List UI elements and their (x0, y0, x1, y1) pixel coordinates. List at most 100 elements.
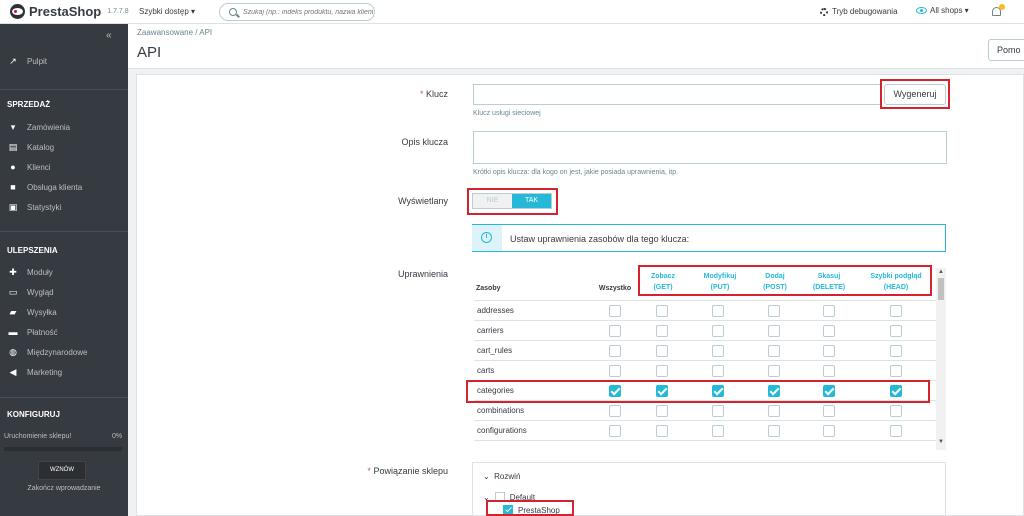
shop-association-label: * Powiązanie sklepu (340, 466, 448, 476)
chevron-down-icon: ⌄ (483, 472, 490, 481)
highlight-shop (486, 500, 574, 516)
sidebar-item-label: Płatność (27, 327, 58, 337)
key-help-text: Klucz usługi sieciowej (473, 110, 541, 117)
key-label-text: Klucz (425, 89, 448, 99)
permission-checkbox[interactable] (712, 365, 724, 377)
permission-row: combinations (474, 400, 936, 420)
permission-checkbox[interactable] (768, 305, 780, 317)
permission-checkbox[interactable] (823, 405, 835, 417)
permission-checkbox[interactable] (768, 345, 780, 357)
permission-checkbox[interactable] (712, 345, 724, 357)
sidebar-item-modules[interactable]: ✚ Moduły (0, 262, 128, 282)
monitor-icon: ▭ (8, 286, 18, 297)
search-box[interactable] (219, 3, 375, 21)
sidebar-item-stats[interactable]: ▣ Statystyki (0, 197, 128, 217)
info-icon: i (481, 232, 492, 243)
notification-badge (999, 4, 1005, 10)
permission-checkbox[interactable] (609, 425, 621, 437)
megaphone-icon: ◀ (9, 366, 17, 377)
user-icon: ● (10, 162, 16, 172)
permission-checkbox[interactable] (656, 425, 668, 437)
debug-mode-link[interactable]: Tryb debugowania (820, 7, 898, 16)
permission-checkbox[interactable] (712, 305, 724, 317)
permission-checkbox[interactable] (890, 425, 902, 437)
help-button[interactable]: Pomo (988, 39, 1024, 61)
sidebar-item-orders[interactable]: ▾ Zamówienia (0, 117, 128, 137)
permission-checkbox[interactable] (656, 325, 668, 337)
notifications-button[interactable] (992, 4, 1005, 17)
permission-checkbox[interactable] (890, 345, 902, 357)
expand-tree-button[interactable]: ⌄ Rozwiń (483, 472, 520, 481)
sidebar-item-payment[interactable]: ▬ Płatność (0, 322, 128, 342)
permission-checkbox[interactable] (609, 305, 621, 317)
sidebar-item-marketing[interactable]: ◀ Marketing (0, 362, 128, 382)
section-improve-heading: ULEPSZENIA (7, 246, 58, 255)
permission-checkbox[interactable] (609, 365, 621, 377)
permission-checkbox[interactable] (656, 365, 668, 377)
logo[interactable]: PrestaShop 1.7.7.8 (10, 4, 129, 19)
permission-checkbox[interactable] (890, 305, 902, 317)
key-input[interactable] (473, 84, 881, 105)
resource-name: cart_rules (477, 346, 513, 355)
sidebar-item-dashboard[interactable]: ↗ Pulpit (0, 51, 128, 71)
permission-checkbox[interactable] (609, 345, 621, 357)
permission-checkbox[interactable] (890, 325, 902, 337)
scroll-thumb[interactable] (938, 278, 944, 300)
breadcrumb[interactable]: Zaawansowane / API (137, 28, 212, 37)
scroll-up-icon[interactable]: ▲ (938, 269, 944, 275)
finish-onboarding-link[interactable]: Zakończ wprowadzanie (0, 485, 128, 492)
permissions-scrollbar[interactable]: ▲ ▼ (936, 268, 946, 450)
resource-name: configurations (477, 426, 527, 435)
permission-checkbox[interactable] (712, 405, 724, 417)
permission-checkbox[interactable] (823, 305, 835, 317)
sidebar-item-design[interactable]: ▭ Wygląd (0, 282, 128, 302)
permission-checkbox[interactable] (656, 305, 668, 317)
permission-checkbox[interactable] (656, 345, 668, 357)
permission-checkbox[interactable] (712, 425, 724, 437)
sidebar-item-catalog[interactable]: ▤ Katalog (0, 137, 128, 157)
divider (0, 231, 128, 232)
info-alert-text: Ustaw uprawnienia zasobów dla tego klucz… (510, 234, 690, 244)
sidebar-item-international[interactable]: ◍ Międzynarodowe (0, 342, 128, 362)
sidebar-item-shipping[interactable]: ▰ Wysyłka (0, 302, 128, 322)
permission-checkbox[interactable] (656, 405, 668, 417)
cart-icon: ▾ (10, 121, 16, 132)
scroll-down-icon[interactable]: ▼ (938, 439, 944, 445)
eye-icon (916, 7, 927, 14)
sidebar-item-customers[interactable]: ● Klienci (0, 157, 128, 177)
logo-text: PrestaShop (29, 4, 102, 19)
shop-selector[interactable]: All shops ▾ (916, 6, 969, 15)
search-input[interactable] (243, 8, 373, 16)
permission-checkbox[interactable] (768, 405, 780, 417)
collapse-sidebar-icon[interactable]: « (106, 30, 112, 41)
onboarding-label: Uruchomienie sklepu! (4, 433, 72, 440)
sidebar-item-label: Marketing (27, 367, 63, 377)
sidebar-item-customer-service[interactable]: ■ Obsługa klienta (0, 177, 128, 197)
col-all-header: Wszystko (598, 285, 632, 292)
permission-checkbox[interactable] (890, 405, 902, 417)
shop-selector-label: All shops ▾ (930, 6, 969, 15)
resource-name: carriers (477, 326, 504, 335)
chat-icon: ■ (10, 182, 16, 192)
permission-checkbox[interactable] (609, 325, 621, 337)
permission-checkbox[interactable] (768, 365, 780, 377)
permission-checkbox[interactable] (712, 325, 724, 337)
permission-checkbox[interactable] (609, 405, 621, 417)
sidebar-item-label: Zamówienia (27, 122, 71, 132)
globe-icon: ◍ (9, 346, 17, 357)
permission-checkbox[interactable] (768, 425, 780, 437)
truck-icon: ▰ (9, 306, 17, 317)
resume-onboarding-button[interactable]: WZNÓW (38, 461, 86, 480)
quick-access-dropdown[interactable]: Szybki dostęp ▾ (139, 7, 195, 16)
permission-checkbox[interactable] (823, 345, 835, 357)
permission-checkbox[interactable] (768, 325, 780, 337)
chart-icon: ▣ (8, 201, 18, 212)
permission-checkbox[interactable] (823, 365, 835, 377)
highlight-permission-columns (638, 265, 932, 296)
permission-checkbox[interactable] (890, 365, 902, 377)
page-header: Zaawansowane / API API Pomo (128, 24, 1024, 69)
permission-checkbox[interactable] (823, 425, 835, 437)
enabled-label: Wyświetlany (398, 196, 448, 206)
permission-checkbox[interactable] (823, 325, 835, 337)
description-textarea[interactable] (473, 131, 947, 164)
